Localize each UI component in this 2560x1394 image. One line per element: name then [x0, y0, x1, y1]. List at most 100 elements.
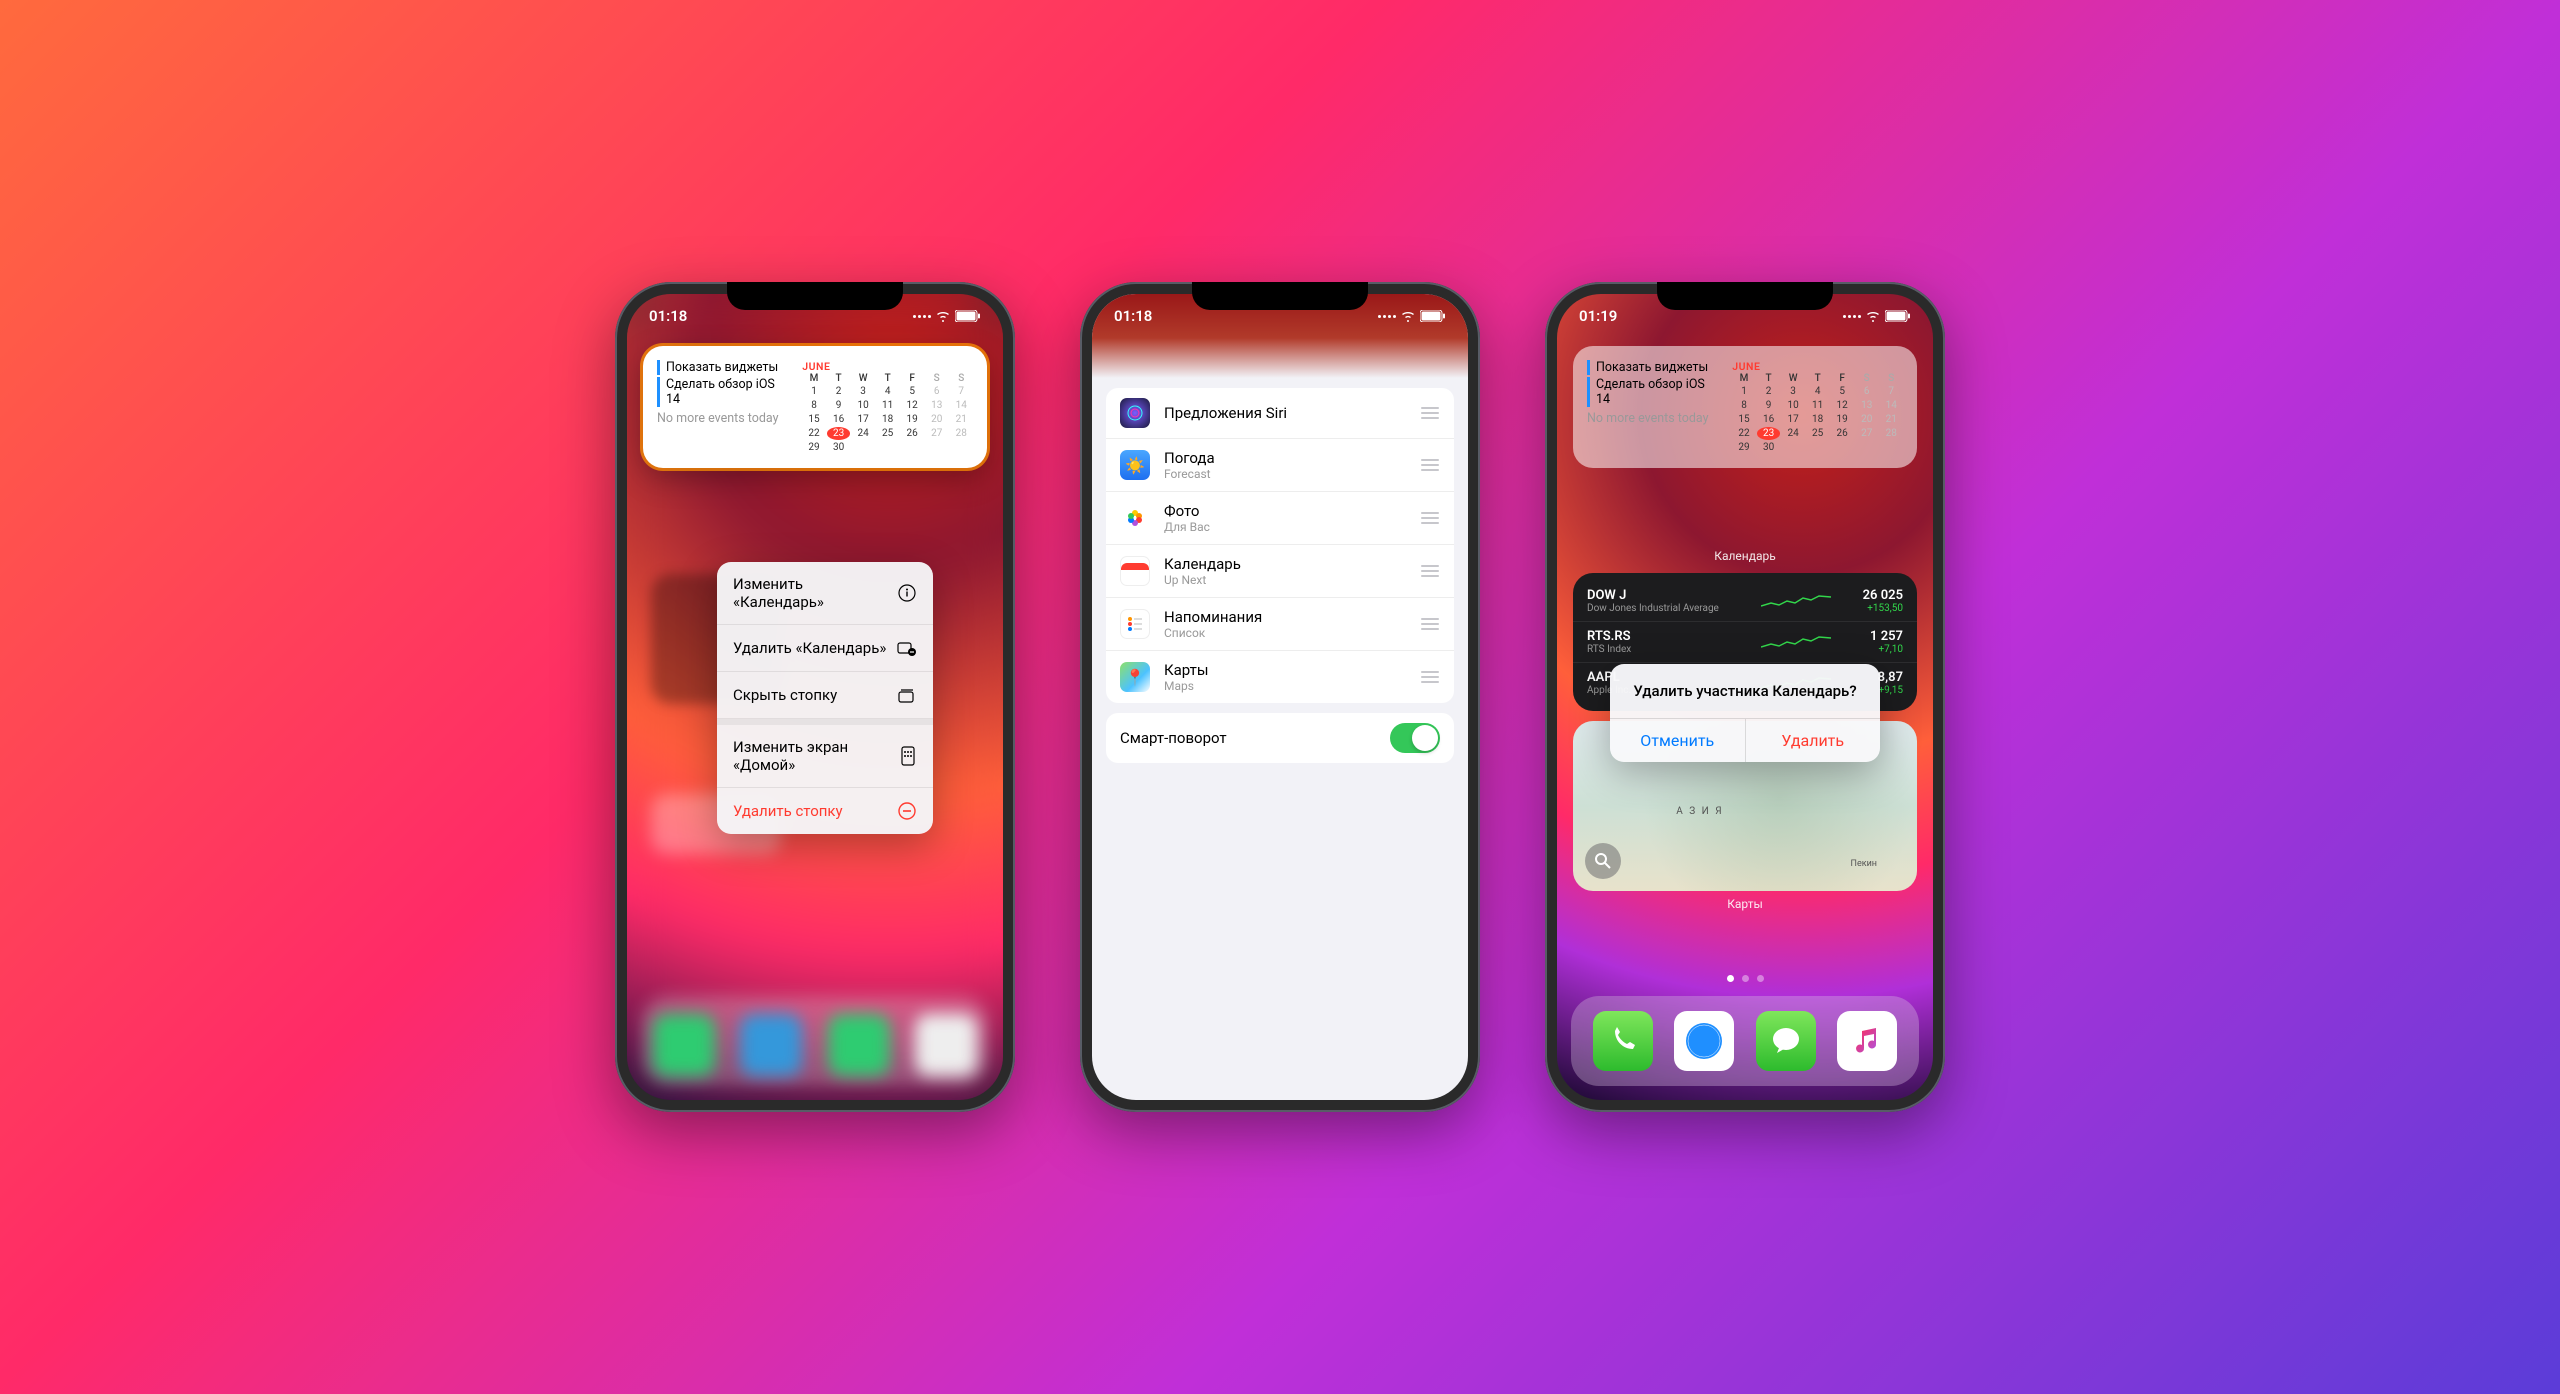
calendar-day: 6	[925, 385, 949, 398]
calendar-day: 28	[1879, 427, 1903, 440]
ctx-delete-stack[interactable]: Удалить стопку	[717, 788, 933, 834]
ctx-remove-calendar[interactable]: Удалить «Календарь»	[717, 625, 933, 672]
calendar-day: 15	[802, 413, 826, 426]
calendar-day: 21	[1879, 413, 1903, 426]
alert-cancel-button[interactable]: Отменить	[1610, 719, 1746, 762]
map-search-button[interactable]	[1585, 843, 1621, 879]
info-icon	[897, 583, 917, 603]
stock-row[interactable]: RTS.RSRTS Index 1 257+7,10	[1573, 622, 1917, 663]
alert-confirm-button[interactable]: Удалить	[1746, 719, 1881, 762]
stack-item-reminders[interactable]: НапоминанияСписок	[1106, 598, 1454, 651]
calendar-day: 2	[1757, 385, 1781, 398]
wifi-icon	[935, 310, 951, 322]
status-icons	[913, 310, 981, 322]
calendar-day: 3	[851, 385, 875, 398]
calendar-day: 18	[1806, 413, 1830, 426]
calendar-day: 30	[827, 441, 851, 454]
phone-1: 01:18 Показать виджеты Сделать обзор iOS…	[615, 282, 1015, 1112]
calendar-dow: T	[876, 373, 900, 384]
item-sub: Для Вас	[1164, 520, 1420, 534]
stack-item-calendar[interactable]: КалендарьUp Next	[1106, 545, 1454, 598]
item-sub: Список	[1164, 626, 1420, 640]
dock-safari-icon[interactable]	[1674, 1011, 1734, 1071]
calendar-day: 6	[1855, 385, 1879, 398]
smart-rotate-group: Смарт-поворот	[1106, 713, 1454, 763]
calendar-dow: F	[1830, 373, 1854, 384]
smart-rotate-switch[interactable]	[1390, 723, 1440, 753]
item-title: Календарь	[1164, 555, 1420, 573]
battery-icon	[1885, 310, 1911, 322]
alert-title: Удалить участника Календарь?	[1610, 664, 1880, 718]
calendar-day: 13	[1855, 399, 1879, 412]
dock-phone-icon[interactable]	[1593, 1011, 1653, 1071]
calendar-widget-dim[interactable]: Показать виджеты Сделать обзор iOS 14 No…	[1573, 346, 1917, 468]
calendar-dow: T	[1757, 373, 1781, 384]
stack-item-siri[interactable]: Предложения Siri	[1106, 388, 1454, 439]
phone-3: 01:19 Показать виджеты Сделать обзор iOS…	[1545, 282, 1945, 1112]
battery-icon	[1420, 310, 1446, 322]
ctx-hide-stack[interactable]: Скрыть стопку	[717, 672, 933, 719]
dock-messages-icon[interactable]	[1756, 1011, 1816, 1071]
calendar-day: 25	[1806, 427, 1830, 440]
stock-price: 1 257	[1831, 629, 1903, 644]
calendar-month-grid: JUNE MTWTFSS1234567891011121314151617181…	[1732, 360, 1903, 454]
calendar-day: 12	[1830, 399, 1854, 412]
calendar-day: 3	[1781, 385, 1805, 398]
drag-handle-icon[interactable]	[1420, 512, 1440, 524]
drag-handle-icon[interactable]	[1420, 459, 1440, 471]
ctx-label: Изменить экран «Домой»	[733, 738, 899, 774]
drag-handle-icon[interactable]	[1420, 671, 1440, 683]
calendar-event: Сделать обзор iOS 14	[657, 377, 788, 407]
ctx-label: Скрыть стопку	[733, 686, 837, 704]
screen-3: 01:19 Показать виджеты Сделать обзор iOS…	[1557, 294, 1933, 1100]
calendar-day: 14	[949, 399, 973, 412]
calendar-day: 11	[1806, 399, 1830, 412]
calendar-event: Показать виджеты	[1587, 360, 1718, 375]
calendar-day: 1	[802, 385, 826, 398]
wifi-icon	[1865, 310, 1881, 322]
calendar-dow: M	[1732, 373, 1756, 384]
calendar-day: 2	[827, 385, 851, 398]
calendar-widget[interactable]: Показать виджеты Сделать обзор iOS 14 No…	[643, 346, 987, 468]
page-indicator[interactable]	[1557, 975, 1933, 982]
calendar-day: 10	[1781, 399, 1805, 412]
calendar-no-more: No more events today	[1587, 411, 1718, 426]
photos-icon	[1120, 503, 1150, 533]
drag-handle-icon[interactable]	[1420, 565, 1440, 577]
status-icons	[1843, 310, 1911, 322]
calendar-day: 17	[1781, 413, 1805, 426]
calendar-day: 29	[1732, 441, 1756, 454]
calendar-dow: F	[900, 373, 924, 384]
calendar-day: 18	[876, 413, 900, 426]
status-time: 01:18	[649, 307, 687, 325]
widget-label-maps: Карты	[1557, 897, 1933, 911]
calendar-day: 21	[949, 413, 973, 426]
drag-handle-icon[interactable]	[1420, 407, 1440, 419]
calendar-day: 9	[1757, 399, 1781, 412]
calendar-day: 4	[1806, 385, 1830, 398]
stock-name-label: RTS Index	[1587, 644, 1761, 655]
calendar-dow: S	[1855, 373, 1879, 384]
stack-widgets-list: Предложения Siri ☀️ ПогодаForecast ФотоД…	[1106, 388, 1454, 703]
calendar-day: 27	[925, 427, 949, 440]
calendar-day: 20	[1855, 413, 1879, 426]
ctx-edit-calendar[interactable]: Изменить «Календарь»	[717, 562, 933, 625]
reminders-icon	[1120, 609, 1150, 639]
screen-2: 01:18 Предложения Siri ☀️ ПогодаForecast	[1092, 294, 1468, 1100]
calendar-day: 20	[925, 413, 949, 426]
stack-item-weather[interactable]: ☀️ ПогодаForecast	[1106, 439, 1454, 492]
ctx-label: Изменить «Календарь»	[733, 575, 897, 611]
siri-icon	[1120, 398, 1150, 428]
stock-row[interactable]: DOW JDow Jones Industrial Average 26 025…	[1573, 581, 1917, 622]
ctx-edit-home[interactable]: Изменить экран «Домой»	[717, 719, 933, 788]
drag-handle-icon[interactable]	[1420, 618, 1440, 630]
calendar-day: 14	[1879, 399, 1903, 412]
stack-item-photos[interactable]: ФотоДля Вас	[1106, 492, 1454, 545]
screen-1: 01:18 Показать виджеты Сделать обзор iOS…	[627, 294, 1003, 1100]
dock-music-icon[interactable]	[1837, 1011, 1897, 1071]
calendar-day: 29	[802, 441, 826, 454]
item-title: Карты	[1164, 661, 1420, 679]
calendar-dow: W	[1781, 373, 1805, 384]
stock-change: +7,10	[1831, 644, 1903, 655]
stack-item-maps[interactable]: 📍 КартыMaps	[1106, 651, 1454, 703]
